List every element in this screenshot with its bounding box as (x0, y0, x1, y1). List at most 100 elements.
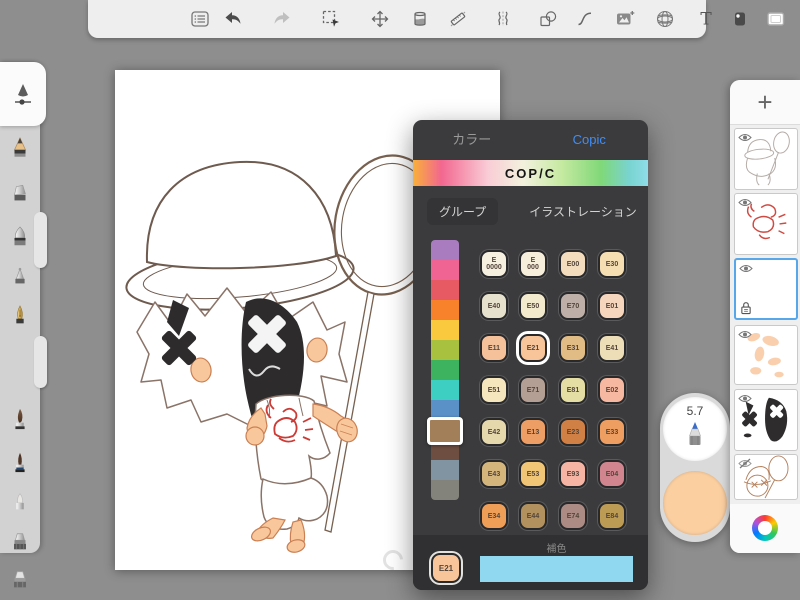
tool-paint-brush[interactable] (0, 399, 40, 439)
copic-logo: COP/C (504, 165, 557, 181)
marker-tip-icon (685, 421, 705, 449)
hue-strip-swatch-selected[interactable] (427, 417, 463, 445)
visibility-eye-icon[interactable] (738, 197, 752, 208)
tool-flat-marker-2[interactable] (0, 560, 40, 600)
tool-eraser[interactable] (0, 174, 40, 214)
marquee-select-icon[interactable] (320, 8, 342, 30)
complement-color-bar[interactable] (480, 556, 633, 582)
current-color-button[interactable] (663, 471, 727, 535)
hue-strip-swatch[interactable] (431, 280, 459, 300)
collection-label[interactable]: イラストレーション (523, 203, 643, 220)
copic-swatch[interactable]: E44 (519, 502, 547, 530)
tool-settings[interactable] (0, 62, 46, 126)
copic-swatch[interactable]: E33 (598, 418, 626, 446)
copic-swatch-selected[interactable]: E21 (519, 334, 547, 362)
copic-swatch[interactable]: E42 (480, 418, 508, 446)
drawing-app: { "toolbar": { "icons": ["menu-list","un… (0, 0, 800, 600)
brush-size-value: 5.7 (686, 404, 704, 418)
fill-jar-icon[interactable] (409, 8, 431, 30)
add-layer-button[interactable]: + (730, 80, 800, 125)
curve-icon[interactable] (574, 8, 596, 30)
copic-swatch[interactable]: E 000 (519, 250, 547, 278)
layer-mask[interactable] (734, 389, 798, 451)
tab-copic[interactable]: Copic (531, 120, 649, 160)
text-tool-icon[interactable]: T (695, 8, 717, 30)
shapes-icon[interactable] (537, 8, 559, 30)
layer-current-selected[interactable] (734, 258, 798, 320)
copic-swatch[interactable]: E04 (598, 460, 626, 488)
drawer-handle-bottom[interactable] (34, 336, 47, 388)
visibility-hidden-eye-icon[interactable] (738, 458, 752, 469)
move-icon[interactable] (369, 8, 391, 30)
swatch-icon[interactable] (729, 8, 751, 30)
copic-swatch[interactable]: E74 (559, 502, 587, 530)
drawer-handle-top[interactable] (34, 212, 47, 268)
group-button[interactable]: グループ (427, 198, 499, 225)
hue-strip-swatch[interactable] (431, 480, 459, 500)
hat-dome (145, 160, 338, 270)
tool-fountain-pen[interactable] (0, 296, 40, 336)
copic-swatch[interactable]: E31 (559, 334, 587, 362)
layers-panel: + (730, 80, 800, 553)
copic-swatch[interactable]: E84 (598, 502, 626, 530)
hue-strip-swatch[interactable] (431, 380, 459, 400)
copic-swatch[interactable]: E34 (480, 502, 508, 530)
copic-swatch[interactable]: E01 (598, 292, 626, 320)
symmetry-icon[interactable] (492, 8, 514, 30)
current-color-swatch[interactable]: E21 (431, 553, 461, 583)
copic-swatch[interactable]: E81 (559, 376, 587, 404)
perspective-grid-icon[interactable] (654, 8, 676, 30)
hue-strip-swatch[interactable] (431, 460, 459, 480)
visibility-eye-icon[interactable] (738, 393, 752, 404)
hue-strip-swatch[interactable] (431, 320, 459, 340)
hue-strip-swatch[interactable] (431, 300, 459, 320)
visibility-eye-icon[interactable] (738, 329, 752, 340)
layers-footer (730, 504, 800, 553)
copic-swatch[interactable]: E70 (559, 292, 587, 320)
hue-strip-swatch[interactable] (431, 340, 459, 360)
copic-swatch[interactable]: E13 (519, 418, 547, 446)
lock-icon[interactable] (740, 301, 752, 315)
hue-strip-swatch[interactable] (431, 360, 459, 380)
copic-footer: E21 補色 (413, 535, 648, 590)
undo-icon[interactable] (222, 8, 244, 30)
copic-swatch[interactable]: E50 (519, 292, 547, 320)
copic-swatch[interactable]: E23 (559, 418, 587, 446)
visibility-eye-icon[interactable] (739, 263, 753, 274)
copic-tab-bar: カラー Copic (413, 120, 648, 161)
hue-strip-swatch[interactable] (431, 240, 459, 260)
import-image-icon[interactable] (614, 8, 636, 30)
tool-flat-marker[interactable] (0, 522, 40, 562)
copic-rainbow-banner: COP/C (413, 160, 648, 186)
frame-icon[interactable] (765, 8, 787, 30)
copic-swatch[interactable]: E51 (480, 376, 508, 404)
copic-swatch[interactable]: E02 (598, 376, 626, 404)
layer-red-sketch[interactable] (734, 193, 798, 255)
copic-swatch[interactable]: E 0000 (480, 250, 508, 278)
tool-detail-brush[interactable] (0, 442, 40, 482)
layer-lineart[interactable] (734, 128, 798, 190)
visibility-eye-icon[interactable] (738, 132, 752, 143)
tool-pencil[interactable] (0, 128, 40, 168)
copic-swatch[interactable]: E93 (559, 460, 587, 488)
copic-swatch[interactable]: E41 (598, 334, 626, 362)
brush-widget: 5.7 (660, 393, 730, 542)
layer-rough-sketch[interactable] (734, 454, 798, 500)
copic-swatch[interactable]: E40 (480, 292, 508, 320)
copic-swatch[interactable]: E53 (519, 460, 547, 488)
copic-swatch[interactable]: E11 (480, 334, 508, 362)
redo-icon[interactable] (271, 8, 293, 30)
color-wheel-button[interactable] (752, 515, 778, 541)
tool-pastel[interactable] (0, 482, 40, 522)
hue-strip-swatch[interactable] (431, 260, 459, 280)
copic-swatch[interactable]: E30 (598, 250, 626, 278)
copic-swatch[interactable]: E43 (480, 460, 508, 488)
tab-color[interactable]: カラー (413, 120, 531, 160)
ruler-icon[interactable] (447, 8, 469, 30)
layer-skin[interactable] (734, 325, 798, 385)
tool-sidebar (0, 62, 47, 588)
brush-size-button[interactable]: 5.7 (663, 397, 727, 461)
copic-swatch[interactable]: E00 (559, 250, 587, 278)
menu-list-icon[interactable] (189, 8, 211, 30)
copic-swatch[interactable]: E71 (519, 376, 547, 404)
